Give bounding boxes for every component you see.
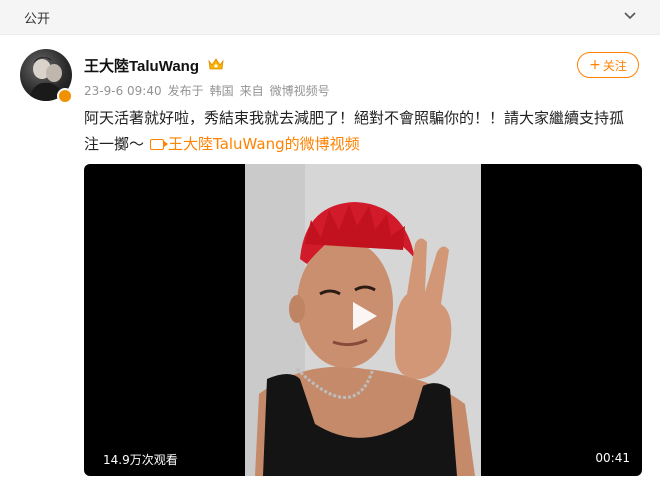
post-from-prefix: 来自 [239, 84, 264, 98]
username[interactable]: 王大陸TaluWang [84, 55, 199, 76]
visibility-label: 公开 [24, 12, 51, 27]
follow-label: 关注 [602, 58, 627, 73]
video-link[interactable]: 王大陸TaluWang的微博视频 [168, 135, 360, 153]
plus-icon: + [589, 57, 601, 73]
chevron-down-icon[interactable] [622, 8, 638, 24]
view-count: 14.9万次观看 [103, 453, 178, 467]
post-source-prefix: 发布于 [167, 84, 204, 98]
follow-button[interactable]: + 关注 [577, 52, 639, 78]
post-location: 韩国 [209, 84, 234, 98]
video-duration: 00:41 [595, 451, 630, 465]
post-client[interactable]: 微博视频号 [270, 84, 330, 98]
top-bar: 公开 [0, 0, 660, 35]
play-icon[interactable] [345, 298, 381, 334]
post-meta: 23-9-6 09:40 发布于 韩国 来自 微博视频号 [84, 82, 336, 99]
crown-icon [208, 58, 224, 70]
verified-badge-icon [57, 88, 73, 104]
post-text-line2: 注一擲～ [84, 135, 145, 153]
video-camera-icon [150, 139, 169, 150]
post-text-line1: 阿天活著就好啦，秀結束我就去減肥了！絕對不會照騙你的！！請大家繼續支持孤 [84, 109, 625, 127]
post-date[interactable]: 23-9-6 09:40 [84, 84, 162, 98]
post-text: 阿天活著就好啦，秀結束我就去減肥了！絕對不會照騙你的！！請大家繼續支持孤 注一擲… [84, 105, 644, 157]
video-player[interactable]: 14.9万次观看 00:41 [84, 164, 642, 476]
